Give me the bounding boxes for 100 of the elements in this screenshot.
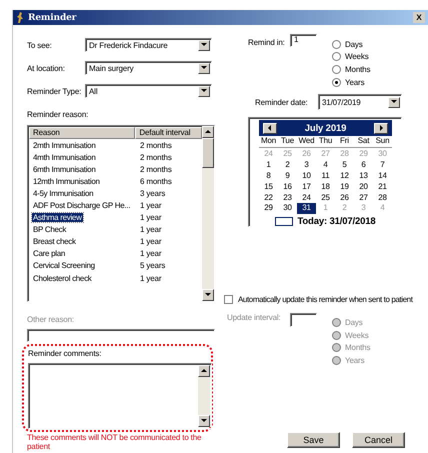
- weekday-label: Sun: [374, 136, 390, 148]
- radio-button[interactable]: [332, 64, 341, 74]
- table-cell-text: 1 year: [139, 225, 162, 234]
- caret-icon: [200, 87, 208, 95]
- radio-label: Weeks: [345, 52, 369, 62]
- radio-label: Years: [345, 78, 364, 87]
- radio-label: Years: [345, 356, 364, 365]
- calendar-day[interactable]: 4: [316, 160, 335, 171]
- calendar-day[interactable]: 25: [316, 192, 335, 204]
- table-cell-text: 1 year: [139, 201, 162, 210]
- calendar-day[interactable]: 10: [297, 170, 316, 182]
- month-title: July 2019: [304, 122, 346, 134]
- weekday-label: Fri: [339, 136, 350, 148]
- arrow-icon: [200, 367, 208, 375]
- calendar-day[interactable]: 20: [354, 182, 373, 193]
- calendar-day[interactable]: 18: [316, 182, 335, 193]
- table-cell[interactable]: Cervical Screening: [32, 261, 96, 270]
- radio-label: Months: [345, 343, 370, 352]
- field-label: At location:: [27, 64, 66, 72]
- close-button[interactable]: X: [413, 12, 425, 23]
- window-title: Reminder: [28, 12, 78, 22]
- table-cell[interactable]: Asthma review: [32, 213, 83, 222]
- field-label: Reminder comments:: [28, 349, 102, 358]
- table-cell[interactable]: 4mth Immunisation: [32, 152, 96, 162]
- dropdown-field[interactable]: Main surgery: [85, 61, 212, 75]
- table-cell[interactable]: 6mth Immunisation: [32, 164, 96, 174]
- field-label: Remind in:: [248, 38, 286, 49]
- calendar-day[interactable]: 14: [373, 170, 392, 182]
- table-cell[interactable]: Cholesterol check: [32, 274, 92, 283]
- calendar-day[interactable]: 7: [373, 160, 392, 171]
- calendar-day[interactable]: 26: [335, 192, 354, 204]
- reason-list[interactable]: [27, 125, 215, 302]
- calendar-day[interactable]: 29: [259, 203, 278, 214]
- calendar-day[interactable]: 31: [297, 203, 316, 214]
- today-link[interactable]: Today: 31/07/2018: [297, 216, 376, 227]
- number-field[interactable]: 1: [290, 34, 317, 47]
- previous-button[interactable]: [263, 122, 277, 134]
- calendar-day[interactable]: 2: [278, 160, 297, 171]
- dropdown-field[interactable]: 31/07/2019: [318, 94, 402, 110]
- calendar-day[interactable]: 23: [278, 192, 297, 204]
- table-cell[interactable]: ADF Post Discharge GP He...: [32, 201, 132, 210]
- dropdown-field[interactable]: All: [85, 84, 212, 98]
- calendar-day[interactable]: 27: [354, 192, 373, 204]
- arrow-icon: [266, 124, 274, 132]
- weekday-label: Sat: [356, 136, 370, 148]
- calendar-day[interactable]: 24: [297, 192, 316, 204]
- caret-icon: [200, 417, 208, 425]
- field-label: Reminder date:: [255, 98, 309, 107]
- table-cell-text: 1 year: [139, 213, 162, 222]
- calendar-day[interactable]: 8: [259, 170, 278, 182]
- radio-label: Days: [345, 318, 363, 328]
- calendar-day[interactable]: 6: [354, 160, 373, 171]
- calendar-day[interactable]: 30: [278, 203, 297, 214]
- calendar-day[interactable]: 17: [297, 182, 316, 193]
- table-cell-text: 2 months: [139, 140, 172, 150]
- radio-button[interactable]: [332, 78, 341, 87]
- radio-label: Days: [345, 40, 363, 49]
- table-cell-text: 1 year: [139, 249, 162, 258]
- field-label: To see:: [27, 40, 53, 50]
- table-cell[interactable]: Breast check: [32, 237, 77, 246]
- figure-icon: [16, 12, 24, 23]
- calendar-day[interactable]: 11: [316, 170, 335, 182]
- calendar-day[interactable]: 12: [335, 170, 354, 182]
- field-label: Update interval:: [227, 313, 282, 324]
- checkbox[interactable]: [224, 295, 233, 304]
- column-header[interactable]: Reason: [29, 127, 136, 139]
- radio-button[interactable]: [332, 52, 341, 62]
- table-cell[interactable]: 4-5y Immunisation: [32, 188, 94, 198]
- comments-field[interactable]: [28, 363, 212, 429]
- table-cell-text: 6 months: [139, 176, 172, 186]
- radio-button[interactable]: [332, 40, 341, 49]
- calendar-day[interactable]: 21: [373, 182, 392, 193]
- table-cell[interactable]: Care plan: [32, 249, 66, 258]
- calendar-day[interactable]: 22: [259, 192, 278, 204]
- field-label: Reminder Type:: [27, 86, 82, 96]
- scrollbar-thumb[interactable]: [202, 138, 214, 168]
- calendar-day[interactable]: 15: [259, 182, 278, 193]
- weekday-label: Mon: [260, 136, 278, 148]
- calendar-day[interactable]: 19: [335, 182, 354, 193]
- calendar-day[interactable]: 16: [278, 182, 297, 193]
- table-cell[interactable]: BP Check: [32, 225, 68, 234]
- calendar-day[interactable]: 28: [373, 192, 392, 204]
- arrow-icon: [204, 128, 212, 136]
- dialog-button[interactable]: Save: [287, 432, 340, 448]
- scrollbar[interactable]: [198, 365, 210, 427]
- table-cell[interactable]: 2mth Immunisation: [32, 140, 96, 150]
- dialog-button[interactable]: Cancel: [352, 432, 405, 448]
- calendar-day[interactable]: 9: [278, 170, 297, 182]
- weekday-label: Wed: [298, 136, 316, 148]
- caret-icon: [200, 41, 208, 49]
- checkbox-label: Automatically update this reminder when sent to patient: [238, 295, 413, 304]
- calendar-day[interactable]: 5: [335, 160, 354, 171]
- calendar-day[interactable]: 3: [297, 160, 316, 171]
- scrollbar[interactable]: [202, 126, 214, 301]
- calendar-day[interactable]: 1: [259, 160, 278, 171]
- column-header[interactable]: Default interval: [135, 127, 202, 139]
- dropdown-field[interactable]: Dr Frederick Findacure: [85, 38, 212, 52]
- next-button[interactable]: [374, 122, 388, 134]
- table-cell[interactable]: 12mth Immunisation: [32, 176, 101, 186]
- calendar-day[interactable]: 13: [354, 170, 373, 182]
